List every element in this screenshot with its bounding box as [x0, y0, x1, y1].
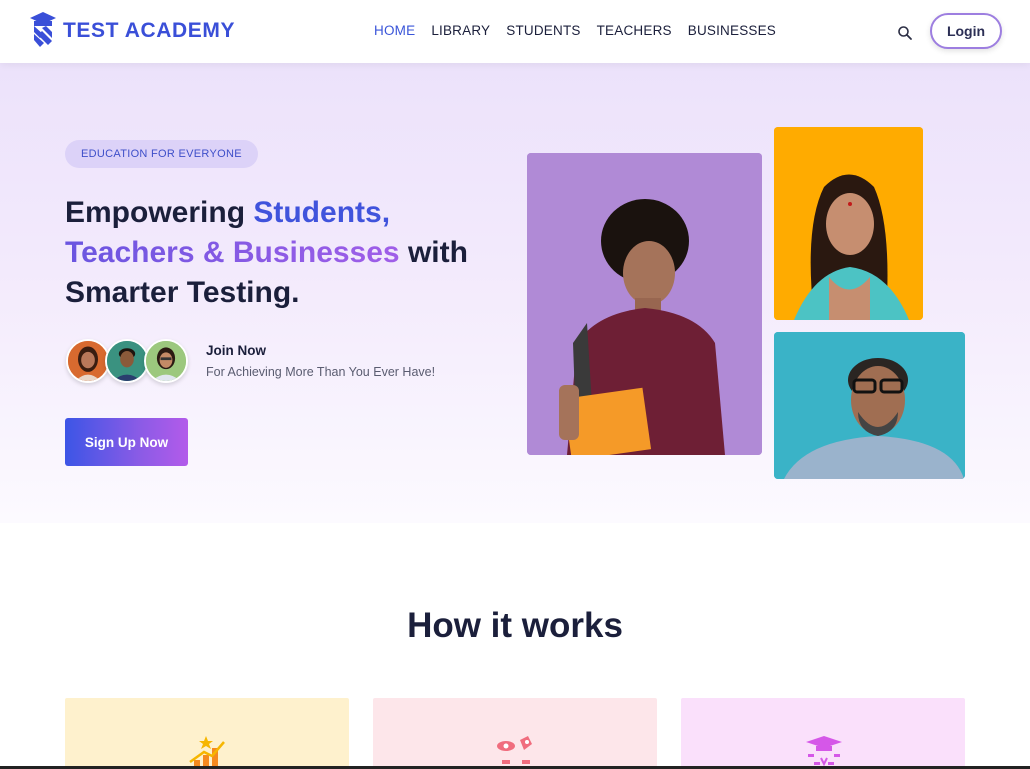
login-button[interactable]: Login	[930, 13, 1002, 49]
hero-headline: Empowering Students, Teachers & Business…	[65, 193, 505, 313]
join-now-title: Join Now	[206, 343, 266, 358]
search-icon[interactable]	[897, 25, 913, 41]
sign-up-button[interactable]: Sign Up Now	[65, 418, 188, 466]
nav-home[interactable]: HOME	[374, 23, 415, 38]
education-badge: EDUCATION FOR EVERYONE	[65, 140, 258, 168]
business-man-photo	[774, 332, 965, 479]
avatar	[144, 339, 188, 383]
student-photo	[527, 153, 762, 455]
main-nav: HOME LIBRARY STUDENTS TEACHERS BUSINESSE…	[374, 23, 776, 38]
teacher-woman-photo	[774, 127, 923, 320]
headline-highlight-teachers: Teachers & Businesses	[65, 236, 400, 269]
avatar-woman-icon	[68, 341, 108, 381]
how-card-2	[373, 698, 657, 769]
eye-tools-icon	[497, 736, 532, 764]
headline-highlight-students: Students,	[253, 196, 391, 229]
avatar	[105, 339, 149, 383]
graduation-cap-logo-icon	[30, 12, 56, 47]
site-header: TEST ACADEMY HOME LIBRARY STUDENTS TEACH…	[0, 0, 1030, 63]
nav-library[interactable]: LIBRARY	[431, 23, 490, 38]
join-now-subtitle: For Achieving More Than You Ever Have!	[206, 365, 436, 379]
headline-part3: Smarter Testing.	[65, 276, 300, 309]
brand-name: TEST ACADEMY	[63, 19, 236, 42]
man-illustration	[774, 332, 965, 479]
nav-students[interactable]: STUDENTS	[506, 23, 580, 38]
headline-part2: with	[399, 236, 468, 269]
nav-teachers[interactable]: TEACHERS	[597, 23, 672, 38]
how-card-3	[681, 698, 965, 769]
avatar	[66, 339, 110, 383]
graduation-cap-icon	[806, 736, 842, 767]
how-card-1	[65, 698, 349, 769]
avatar-boy-icon	[107, 341, 147, 381]
student-illustration	[527, 153, 762, 455]
brand-logo[interactable]: TEST ACADEMY	[30, 12, 235, 50]
how-it-works-title: How it works	[407, 606, 623, 645]
growth-chart-icon	[189, 736, 225, 769]
woman-illustration	[774, 127, 923, 320]
nav-businesses[interactable]: BUSINESSES	[688, 23, 776, 38]
avatar-girl-icon	[146, 341, 186, 381]
headline-part1: Empowering	[65, 196, 254, 229]
user-avatars	[66, 339, 188, 383]
